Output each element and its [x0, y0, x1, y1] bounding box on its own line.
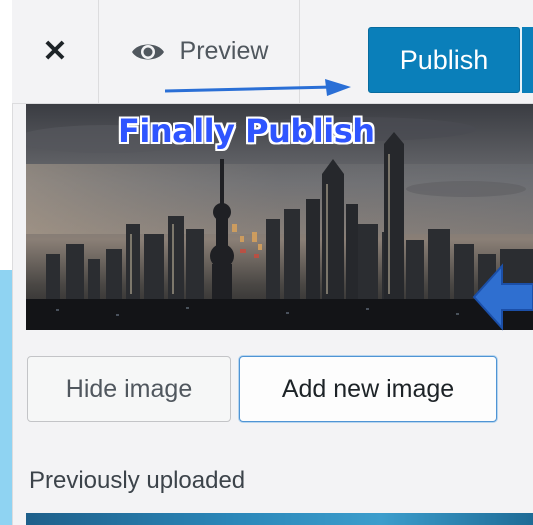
- annotation-label: Finally Publish: [118, 112, 375, 150]
- eye-icon: [131, 44, 164, 59]
- annotation-arrow-right-icon: [165, 79, 351, 96]
- hide-image-label: Hide image: [65, 374, 193, 403]
- publish-label: Publish: [399, 44, 489, 75]
- preview-label: Preview: [179, 37, 269, 65]
- publish-button[interactable]: Publish: [368, 27, 520, 93]
- previously-uploaded-thumbnail[interactable]: [26, 513, 533, 525]
- close-button[interactable]: ✕: [12, 0, 99, 103]
- close-icon: ✕: [42, 35, 68, 68]
- previously-uploaded-heading: Previously uploaded: [29, 467, 246, 494]
- hide-image-button[interactable]: Hide image: [27, 356, 231, 422]
- add-new-image-button[interactable]: Add new image: [239, 356, 497, 422]
- annotation-arrow-left-icon: [472, 263, 533, 331]
- add-new-image-label: Add new image: [281, 374, 455, 403]
- publish-options-toggle[interactable]: [520, 27, 533, 93]
- tutorial-backdrop: [0, 270, 12, 525]
